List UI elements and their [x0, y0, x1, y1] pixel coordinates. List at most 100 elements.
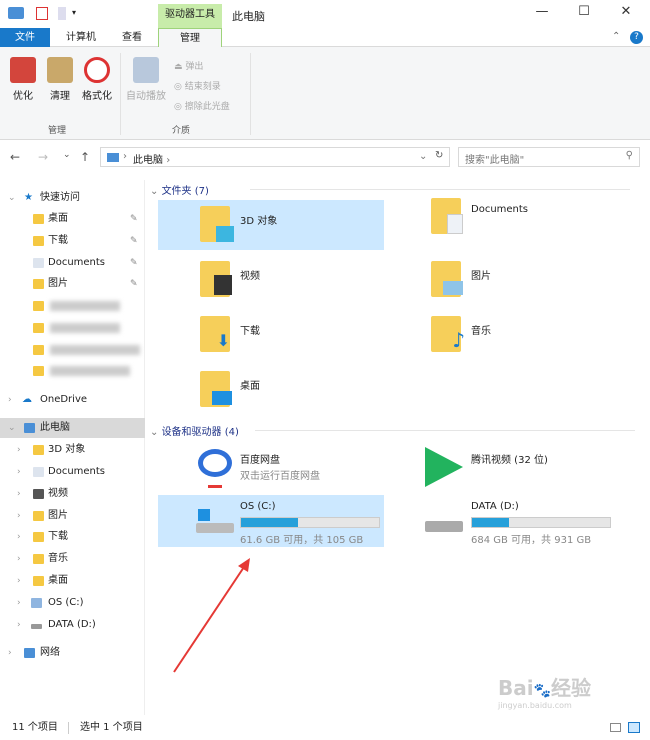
tab-manage[interactable]: 管理	[158, 28, 222, 48]
address-bar[interactable]: › 此电脑 › ⌄ ↻	[100, 147, 450, 167]
navigation-pane: ⌄ ★ 快速访问 桌面 ✎ 下载 ✎ Documents ✎ 图片 ✎ › ☁ OneDrive…	[0, 180, 145, 715]
baidu-netdisk-icon	[198, 449, 232, 477]
downloads-icon	[33, 532, 44, 542]
optimize-icon	[10, 57, 36, 83]
folder-icon	[33, 445, 44, 455]
desktop-icon	[33, 576, 44, 586]
erase-disc-button[interactable]: ◎ 擦除此光盘	[174, 99, 230, 112]
tab-file[interactable]: 文件	[0, 28, 50, 47]
nav-item-blurred[interactable]	[0, 296, 145, 316]
nav-item-blurred[interactable]	[0, 361, 145, 381]
tencent-video-item[interactable]: 腾讯视频 (32 位)	[389, 445, 615, 495]
tencent-video-icon	[425, 447, 463, 487]
nav-item[interactable]: 桌面 ✎	[0, 209, 145, 229]
nav-item[interactable]: › OS (C:)	[0, 593, 145, 613]
video-folder-icon	[200, 261, 232, 297]
computer-icon	[107, 153, 119, 162]
nav-item[interactable]: › DATA (D:)	[0, 615, 145, 635]
nav-onedrive[interactable]: › ☁ OneDrive	[0, 390, 145, 410]
breadcrumb-this-pc[interactable]: 此电脑	[133, 155, 163, 166]
pictures-folder-icon	[431, 261, 463, 297]
forward-button[interactable]: →	[38, 150, 48, 164]
back-button[interactable]: ←	[10, 150, 20, 164]
autoplay-button[interactable]: 自动播放	[122, 57, 170, 102]
pin-icon[interactable]: ✎	[130, 274, 138, 294]
drive-usage-bar	[471, 517, 611, 528]
folder-icon	[33, 236, 44, 246]
nav-item[interactable]: › 桌面	[0, 571, 145, 591]
nav-item[interactable]: › 3D 对象	[0, 440, 145, 460]
cleanup-button[interactable]: 清理	[44, 57, 76, 102]
tab-computer[interactable]: 计算机	[56, 28, 106, 47]
folder-item[interactable]: 桌面	[158, 365, 384, 415]
drive-c-item[interactable]: OS (C:) 61.6 GB 可用，共 105 GB	[158, 495, 384, 547]
drive-tools-header: 驱动器工具	[158, 4, 222, 28]
tab-view[interactable]: 查看	[108, 28, 156, 47]
maximize-button[interactable]: ☐	[564, 4, 604, 24]
nav-quick-access[interactable]: ⌄ ★ 快速访问	[0, 188, 145, 208]
document-icon	[33, 258, 44, 268]
folder-item[interactable]: ⬇ 下载	[158, 310, 384, 360]
nav-item[interactable]: › 音乐	[0, 549, 145, 569]
folder-icon	[33, 301, 44, 311]
pin-icon[interactable]: ✎	[130, 231, 138, 251]
end-burn-button[interactable]: ◎ 结束刻录	[174, 79, 221, 92]
ribbon: 优化 清理 格式化 自动播放 ⏏ 弹出 ◎ 结束刻录 ◎ 擦除此光盘 管理 介质	[0, 47, 650, 140]
network-icon	[24, 648, 35, 658]
address-dropdown-icon[interactable]: ⌄	[419, 151, 427, 162]
folders-section-header[interactable]: ⌄ 文件夹 (7)	[150, 182, 630, 197]
nav-item[interactable]: 下载 ✎	[0, 231, 145, 251]
pin-icon[interactable]: ✎	[130, 253, 138, 273]
nav-item[interactable]: › Documents	[0, 462, 145, 482]
title-bar: ▾ 驱动器工具 此电脑 — ☐ ✕	[0, 0, 650, 28]
qat-dropdown-icon[interactable]: ▾	[72, 8, 76, 17]
drive-icon	[31, 624, 42, 629]
folder-item[interactable]: ♪ 音乐	[389, 310, 615, 360]
help-icon[interactable]: ?	[630, 31, 643, 44]
selection-count: 选中 1 个项目	[80, 722, 143, 733]
drive-icon	[31, 598, 42, 608]
recent-dropdown-icon[interactable]: ⌄	[63, 150, 71, 160]
folder-icon	[33, 279, 44, 289]
downloads-folder-icon: ⬇	[200, 316, 230, 352]
search-input[interactable]: 搜索"此电脑" ⚲	[458, 147, 640, 167]
star-icon: ★	[24, 192, 33, 203]
eject-button[interactable]: ⏏ 弹出	[174, 59, 203, 72]
item-count: 11 个项目	[12, 722, 58, 733]
format-icon	[84, 57, 110, 83]
drive-d-item[interactable]: DATA (D:) 684 GB 可用，共 931 GB	[389, 495, 615, 547]
nav-network[interactable]: › 网络	[0, 643, 145, 663]
baidu-netdisk-item[interactable]: 百度网盘 双击运行百度网盘	[158, 445, 384, 495]
folder-item[interactable]: 图片	[389, 255, 615, 305]
refresh-icon[interactable]: ↻	[435, 150, 443, 161]
drive-icon	[425, 521, 463, 532]
folder-item[interactable]: Documents	[389, 192, 615, 242]
close-button[interactable]: ✕	[606, 4, 646, 24]
folder-item[interactable]: 3D 对象	[158, 200, 384, 250]
nav-this-pc[interactable]: ⌄ 此电脑	[0, 418, 145, 438]
folder-item[interactable]: 视频	[158, 255, 384, 305]
format-button[interactable]: 格式化	[78, 57, 116, 102]
nav-item[interactable]: › 图片	[0, 506, 145, 526]
pin-icon[interactable]: ✎	[130, 209, 138, 229]
devices-section-header[interactable]: ⌄ 设备和驱动器 (4)	[150, 423, 635, 438]
computer-icon	[8, 7, 24, 19]
new-folder-icon[interactable]	[58, 7, 66, 20]
up-button[interactable]: ↑	[80, 150, 90, 164]
optimize-button[interactable]: 优化	[8, 57, 38, 102]
red-arrow-annotation	[173, 558, 250, 673]
nav-item-blurred[interactable]	[0, 340, 145, 360]
nav-item[interactable]: › 下载	[0, 527, 145, 547]
folder-icon	[33, 366, 44, 376]
nav-item[interactable]: › 视频	[0, 484, 145, 504]
collapse-ribbon-icon[interactable]: ⌃	[612, 31, 620, 42]
large-icons-view-icon[interactable]	[628, 722, 640, 733]
nav-item-blurred[interactable]	[0, 318, 145, 338]
drive-usage-bar	[240, 517, 380, 528]
nav-item[interactable]: Documents ✎	[0, 253, 145, 273]
computer-icon	[24, 423, 35, 433]
details-view-icon[interactable]	[610, 723, 621, 732]
minimize-button[interactable]: —	[522, 4, 562, 24]
nav-item[interactable]: 图片 ✎	[0, 274, 145, 294]
properties-icon[interactable]	[36, 7, 48, 20]
